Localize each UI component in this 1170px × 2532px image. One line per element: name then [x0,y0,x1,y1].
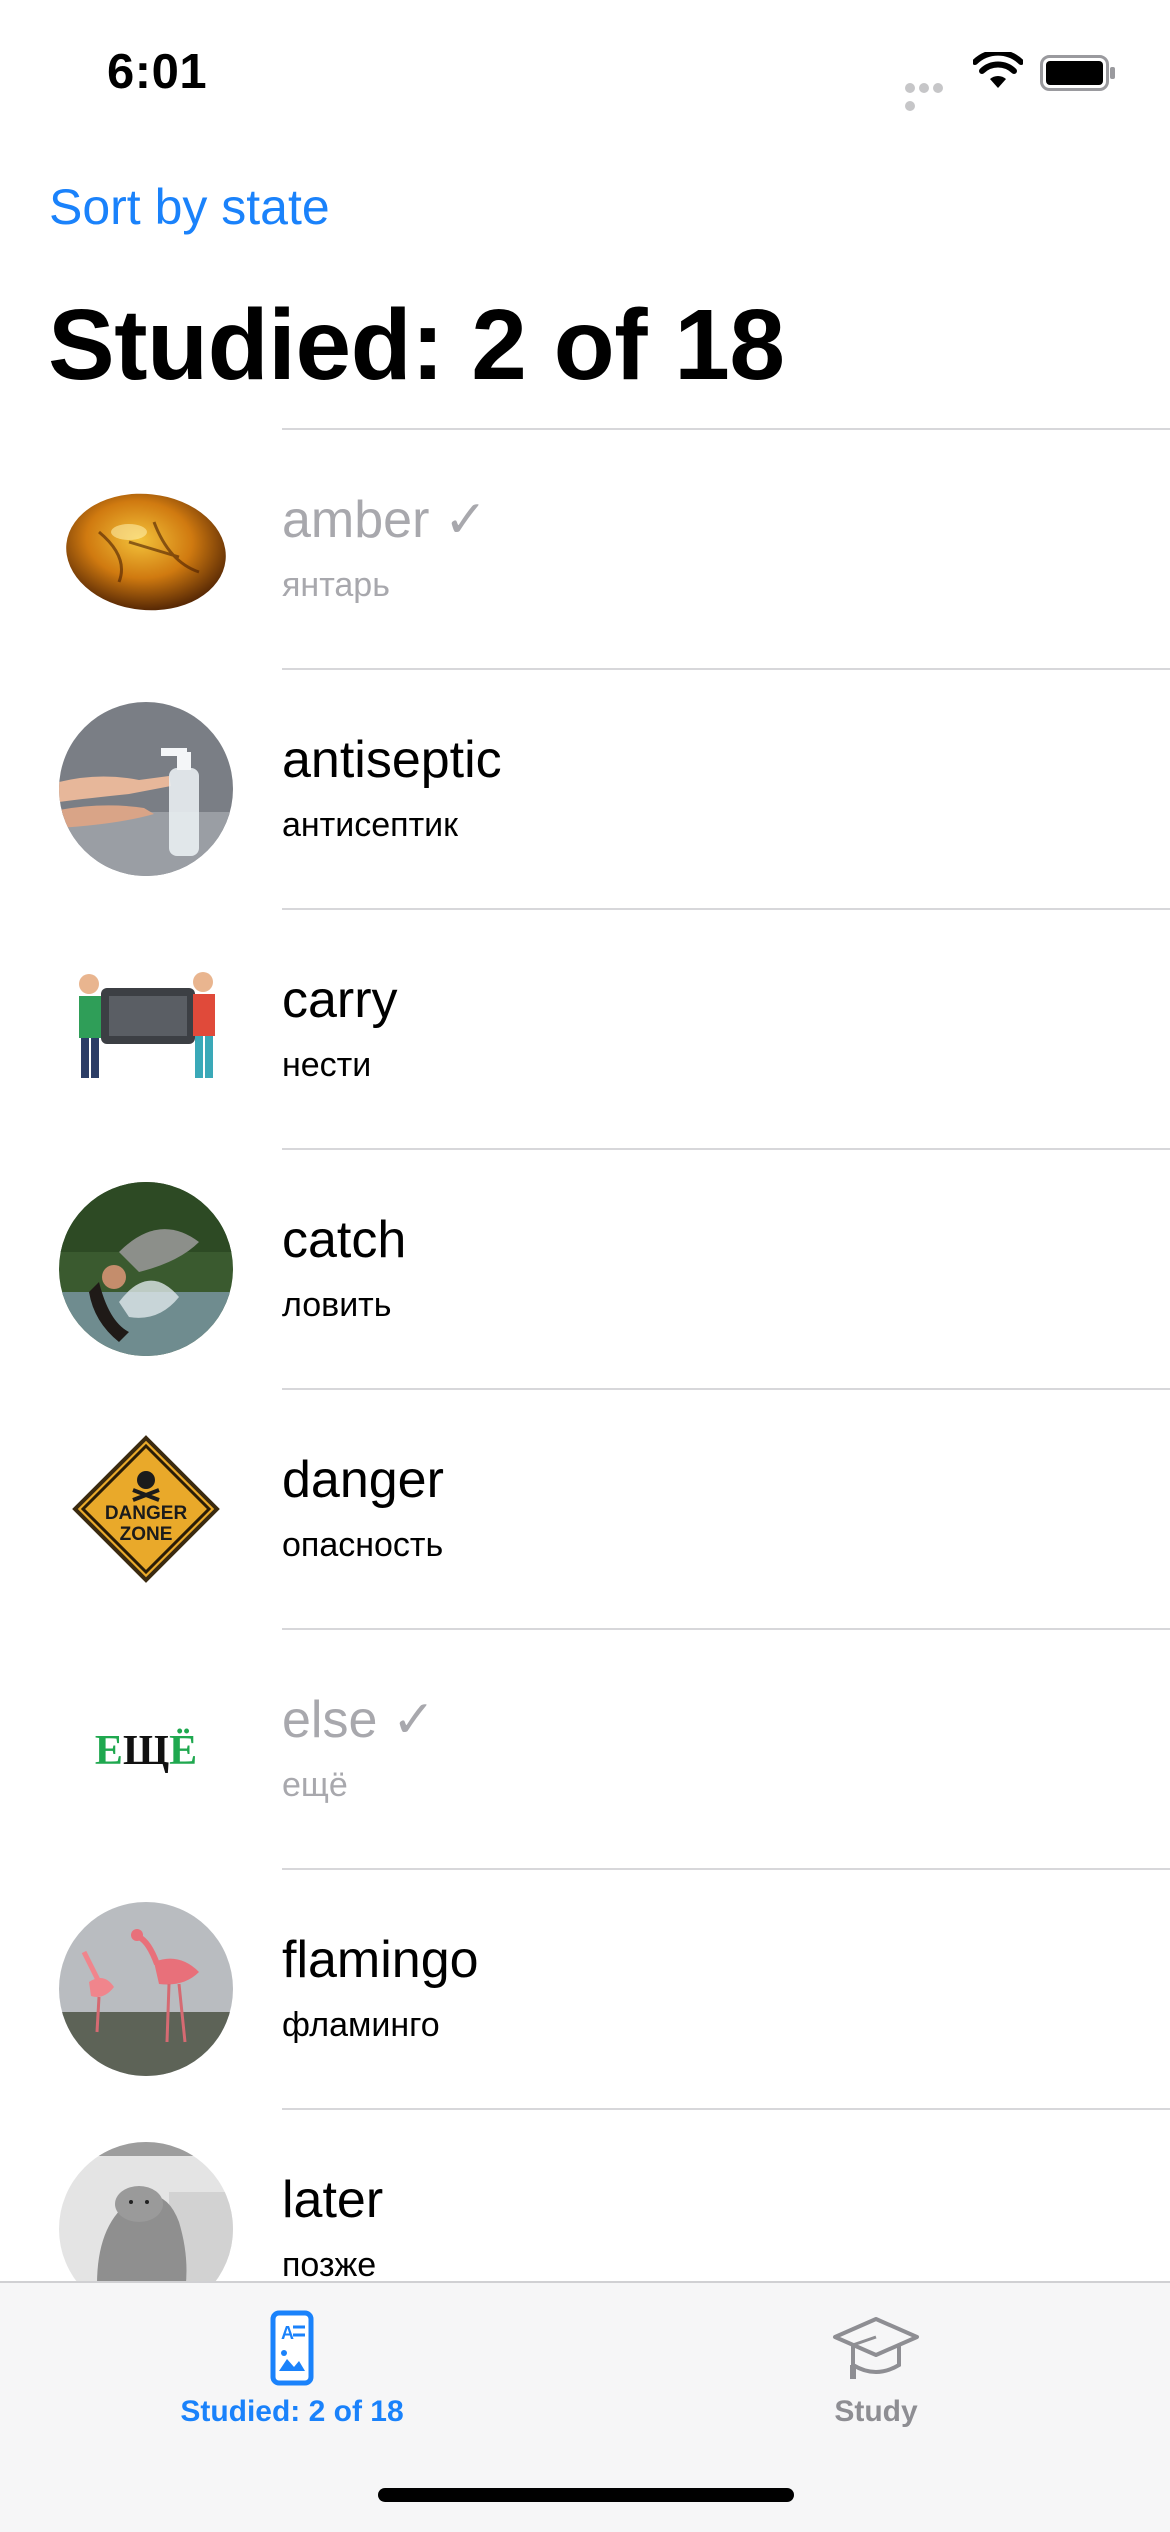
list-item[interactable]: antiseptic антисептик [0,668,1170,908]
word-text: else ✓ [282,1691,436,1749]
translation-text: позже [282,2246,377,2284]
home-indicator[interactable] [378,2488,794,2502]
divider [282,908,1170,910]
tab-study-label: Study [834,2395,918,2428]
graduation-cap-icon [833,2317,919,2379]
divider [282,1148,1170,1150]
translation-text: фламинго [282,2006,440,2044]
word-text: later [282,2171,384,2229]
list-item[interactable]: flamingo фламинго [0,1868,1170,2108]
word-text: danger [282,1451,444,1509]
eshchyo-text: ЕЩЁ [95,1728,197,1774]
status-time: 6:01 [107,45,208,99]
word-text: catch [282,1211,407,1269]
flashcard-list-icon: A [270,2310,314,2386]
list-item[interactable]: DANGER ZONE danger опасность [0,1388,1170,1628]
word-text: carry [282,971,398,1029]
translation-text: ловить [282,1286,392,1324]
two-people-carrying-icon [59,942,233,1116]
sanitizer-hands-icon [59,702,233,876]
divider [282,1388,1170,1390]
translation-text: опасность [282,1526,444,1564]
flamingo-icon [59,1902,233,2076]
page-title: Studied: 2 of 18 [48,289,785,401]
translation-text: антисептик [282,806,459,844]
screen: 6:01 Sort by state Studied: 2 of 18 ambe… [0,0,1170,2532]
cellular-signal-icon [905,80,960,111]
tab-studied[interactable]: A Studied: 2 of 18 [92,2283,492,2443]
svg-text:A: A [281,2323,294,2343]
word-text: flamingo [282,1931,479,1989]
list-item[interactable]: carry нести [0,908,1170,1148]
list-item[interactable]: amber ✓ янтарь [0,428,1170,668]
eshchyo-word-icon: ЕЩЁ [59,1662,233,1836]
amber-stone-icon [59,462,233,636]
tab-studied-label: Studied: 2 of 18 [180,2395,404,2428]
wifi-icon [973,52,1023,88]
translation-text: нести [282,1046,372,1084]
divider [282,428,1170,430]
tab-study[interactable]: Study [676,2283,1076,2443]
translation-text: ещё [282,1766,348,1804]
word-list: amber ✓ янтарь antiseptic антисептик car… [0,428,1170,2348]
divider [282,1868,1170,1870]
divider [282,2108,1170,2110]
sign-text-top: DANGER [105,1503,188,1524]
list-item[interactable]: catch ловить [0,1148,1170,1388]
list-item[interactable]: ЕЩЁ else ✓ ещё [0,1628,1170,1868]
status-bar: 6:01 [0,0,1170,140]
sign-text-bottom: ZONE [120,1524,173,1545]
battery-icon [1040,55,1115,91]
sort-by-state-button[interactable]: Sort by state [49,178,330,236]
danger-zone-sign-icon: DANGER ZONE [59,1422,233,1596]
tab-bar: A Studied: 2 of 18 Study [0,2281,1170,2532]
woman-catching-fish-icon [59,1182,233,1356]
translation-text: янтарь [282,566,390,604]
divider [282,668,1170,670]
divider [282,1628,1170,1630]
word-text: antiseptic [282,731,502,789]
word-text: amber ✓ [282,491,488,549]
